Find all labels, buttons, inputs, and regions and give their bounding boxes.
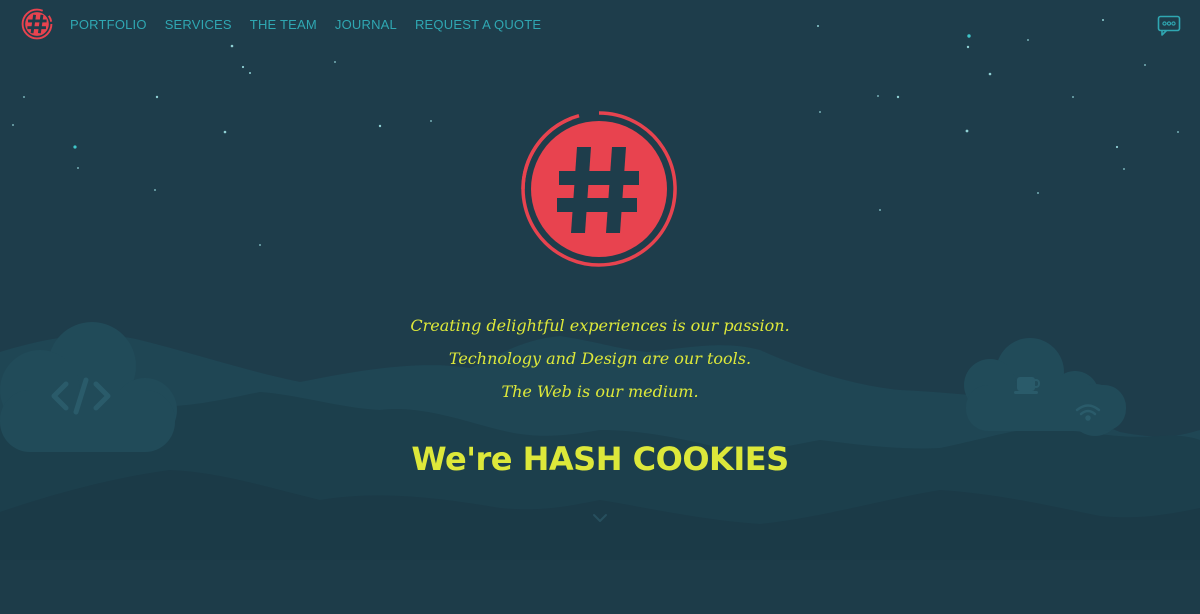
hash-logo-icon[interactable] bbox=[21, 8, 53, 40]
chevron-down-icon[interactable] bbox=[592, 512, 608, 524]
nav-link-the-team[interactable]: THE TEAM bbox=[250, 17, 317, 32]
hero-tagline: Creating delightful experiences is our p… bbox=[0, 309, 1200, 408]
nav-link-request-a-quote[interactable]: REQUEST A QUOTE bbox=[415, 17, 541, 32]
tagline-line-2: Technology and Design are our tools. bbox=[448, 349, 752, 368]
tagline-line-1: Creating delightful experiences is our p… bbox=[410, 316, 790, 335]
nav-link-portfolio[interactable]: PORTFOLIO bbox=[70, 17, 147, 32]
chat-bubble-icon[interactable] bbox=[1157, 15, 1181, 37]
nav-links: PORTFOLIO SERVICES THE TEAM JOURNAL REQU… bbox=[70, 16, 541, 34]
top-nav: PORTFOLIO SERVICES THE TEAM JOURNAL REQU… bbox=[0, 0, 1200, 50]
hero-hash-logo-icon bbox=[519, 109, 679, 269]
hero-heading: We're HASH COOKIES bbox=[411, 440, 789, 478]
tagline-line-3: The Web is our medium. bbox=[501, 382, 699, 401]
nav-link-services[interactable]: SERVICES bbox=[165, 17, 232, 32]
nav-link-journal[interactable]: JOURNAL bbox=[335, 17, 397, 32]
